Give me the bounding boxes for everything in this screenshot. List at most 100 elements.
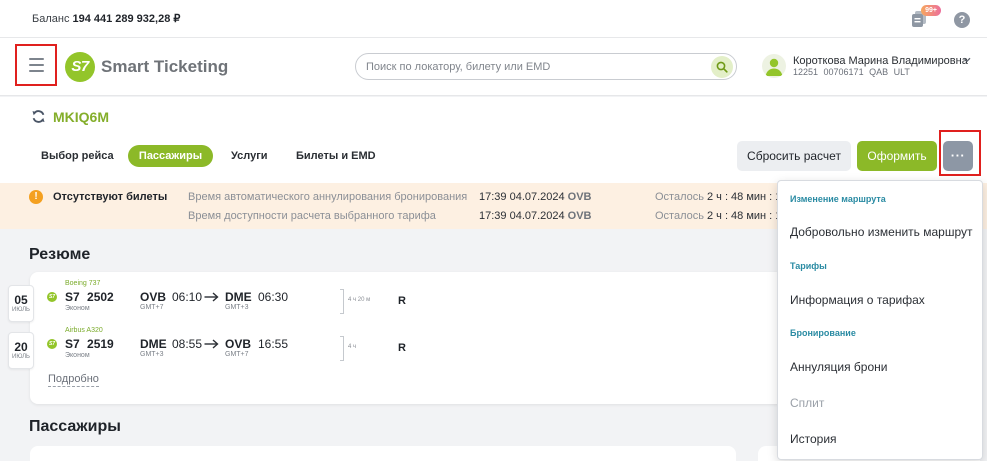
flight-date: 20 ИЮЛЬ xyxy=(8,332,34,369)
alert-row-label: Время доступности расчета выбранного тар… xyxy=(188,210,436,222)
passengers-card xyxy=(30,446,736,461)
balance-value: 194 441 289 932,28 ₽ xyxy=(72,13,181,25)
menu-section-route-change: Изменение маршрута xyxy=(790,194,886,204)
menu-section-booking: Бронирование xyxy=(790,328,856,338)
app-root: Баланс 194 441 289 932,28 ₽ 99+ ? S7 Smar… xyxy=(0,0,987,461)
booking-pnr: MKIQ6M xyxy=(53,109,109,125)
flight-number: S7 2502 xyxy=(65,290,114,304)
main-menu-button[interactable] xyxy=(15,44,57,86)
alert-datetime: 17:39 04.07.2024 xyxy=(479,191,565,203)
remaining-value: 2 ч : 48 мин : 1 xyxy=(706,191,782,203)
duration-bracket xyxy=(340,289,344,314)
flight-month: ИЮЛЬ xyxy=(12,354,30,360)
exclamation-circle-icon: ! xyxy=(29,190,43,204)
summary-title: Резюме xyxy=(29,246,91,263)
flight-segment: 20 ИЮЛЬ Airbus A320 S7 S7 2519 Эконом DM… xyxy=(0,327,430,373)
alert-row-label: Время автоматического аннулирования брон… xyxy=(188,191,468,203)
s7-logo[interactable]: S7 xyxy=(65,52,95,82)
flight-duration: 4 ч 20 м xyxy=(348,297,371,303)
flight-date: 05 ИЮЛЬ xyxy=(8,285,34,322)
destination-timezone: GMT+7 xyxy=(225,351,249,358)
menu-item-cancel-booking[interactable]: Аннуляция брони xyxy=(778,352,982,382)
search-icon xyxy=(716,61,728,73)
alert-airport: OVB xyxy=(567,210,592,222)
search-input[interactable] xyxy=(366,59,706,74)
arrival-time: 16:55 xyxy=(258,337,289,351)
flight-month: ИЮЛЬ xyxy=(12,307,30,313)
departure-time: 06:10 xyxy=(172,290,203,304)
tab-services[interactable]: Услуги xyxy=(231,145,268,167)
arrow-right-icon xyxy=(204,339,219,349)
hamburger-icon-line xyxy=(28,64,44,66)
notifications-badge: 99+ xyxy=(921,5,941,16)
remaining-label: Осталось xyxy=(655,191,704,203)
arrival-time: 06:30 xyxy=(258,290,289,304)
search-button[interactable] xyxy=(711,56,733,78)
alert-datetime: 17:39 04.07.2024 xyxy=(479,210,565,222)
user-avatar[interactable] xyxy=(762,54,786,78)
brand-name: Smart Ticketing xyxy=(101,57,229,76)
chevron-down-icon[interactable] xyxy=(963,57,971,63)
details-link[interactable]: Подробно xyxy=(48,373,99,387)
help-button[interactable]: ? xyxy=(954,12,970,28)
departure-time: 08:55 xyxy=(172,337,203,351)
balance: Баланс 194 441 289 932,28 ₽ xyxy=(32,13,180,25)
flight-segment: 05 ИЮЛЬ Boeing 737 S7 S7 2502 Эконом OVB… xyxy=(0,280,430,326)
origin-airport: OVB xyxy=(140,290,167,304)
aircraft-type: Boeing 737 xyxy=(65,280,101,287)
issue-button[interactable]: Оформить xyxy=(857,141,937,171)
alert-row-remaining: Осталось 2 ч : 48 мин : 1 xyxy=(655,191,781,204)
booking-class: R xyxy=(398,295,406,307)
flight-day: 20 xyxy=(14,340,28,354)
menu-item-fare-info[interactable]: Информация о тарифах xyxy=(778,285,982,315)
origin-timezone: GMT+7 xyxy=(140,304,164,311)
remaining-label: Осталось xyxy=(655,210,704,222)
booking-class: R xyxy=(398,342,406,354)
menu-item-split: Сплит xyxy=(790,396,825,410)
cabin-class: Эконом xyxy=(65,305,90,312)
person-icon xyxy=(765,58,783,76)
search-box xyxy=(355,53,737,80)
more-actions-button[interactable]: ··· xyxy=(943,141,973,171)
airline-logo-icon: S7 xyxy=(47,292,57,302)
question-icon: ? xyxy=(958,14,966,26)
alert-row-datetime: 17:39 04.07.2024 OVB xyxy=(479,210,591,223)
origin-airport: DME xyxy=(140,337,167,351)
destination-airport: DME xyxy=(225,290,252,304)
flight-no: 2502 xyxy=(87,290,114,304)
menu-section-fares: Тарифы xyxy=(790,261,827,271)
menu-item-history[interactable]: История xyxy=(778,424,982,454)
tab-flight-selection[interactable]: Выбор рейса xyxy=(41,145,114,167)
origin-timezone: GMT+3 xyxy=(140,351,164,358)
more-actions-menu: Изменение маршрута Добровольно изменить … xyxy=(777,180,983,460)
refresh-icon[interactable] xyxy=(31,109,46,124)
airline-code: S7 xyxy=(65,290,80,304)
reset-calculation-button[interactable]: Сбросить расчет xyxy=(737,141,851,171)
flight-day: 05 xyxy=(14,293,28,307)
passengers-title: Пассажиры xyxy=(29,418,121,435)
destination-airport: OVB xyxy=(225,337,252,351)
alert-airport: OVB xyxy=(567,191,592,203)
alert-row-remaining: Осталось 2 ч : 48 мин : 1 xyxy=(655,210,781,223)
flight-duration: 4 ч xyxy=(348,344,357,350)
user-name[interactable]: Короткова Марина Владимировна xyxy=(793,55,968,67)
user-details: 12251 00706171 QAB ULT xyxy=(793,67,910,77)
destination-timezone: GMT+3 xyxy=(225,304,249,311)
menu-item-voluntary-route-change[interactable]: Добровольно изменить маршрут xyxy=(778,217,982,247)
alert-title: Отсутствуют билеты xyxy=(53,191,168,203)
alert-row-datetime: 17:39 04.07.2024 OVB xyxy=(479,191,591,204)
cabin-class: Эконом xyxy=(65,352,90,359)
flight-no: 2519 xyxy=(87,337,114,351)
airline-logo-icon: S7 xyxy=(47,339,57,349)
remaining-value: 2 ч : 48 мин : 1 xyxy=(706,210,782,222)
hamburger-icon-line xyxy=(28,58,44,60)
hamburger-icon-line xyxy=(28,70,44,72)
tab-passengers[interactable]: Пассажиры xyxy=(128,145,213,167)
tab-tickets-emd[interactable]: Билеты и EMD xyxy=(296,145,376,167)
notifications-button[interactable]: 99+ xyxy=(909,5,941,31)
arrow-right-icon xyxy=(204,292,219,302)
balance-label: Баланс xyxy=(32,13,70,25)
aircraft-type: Airbus A320 xyxy=(65,327,103,334)
airline-code: S7 xyxy=(65,337,80,351)
flight-number: S7 2519 xyxy=(65,337,114,351)
